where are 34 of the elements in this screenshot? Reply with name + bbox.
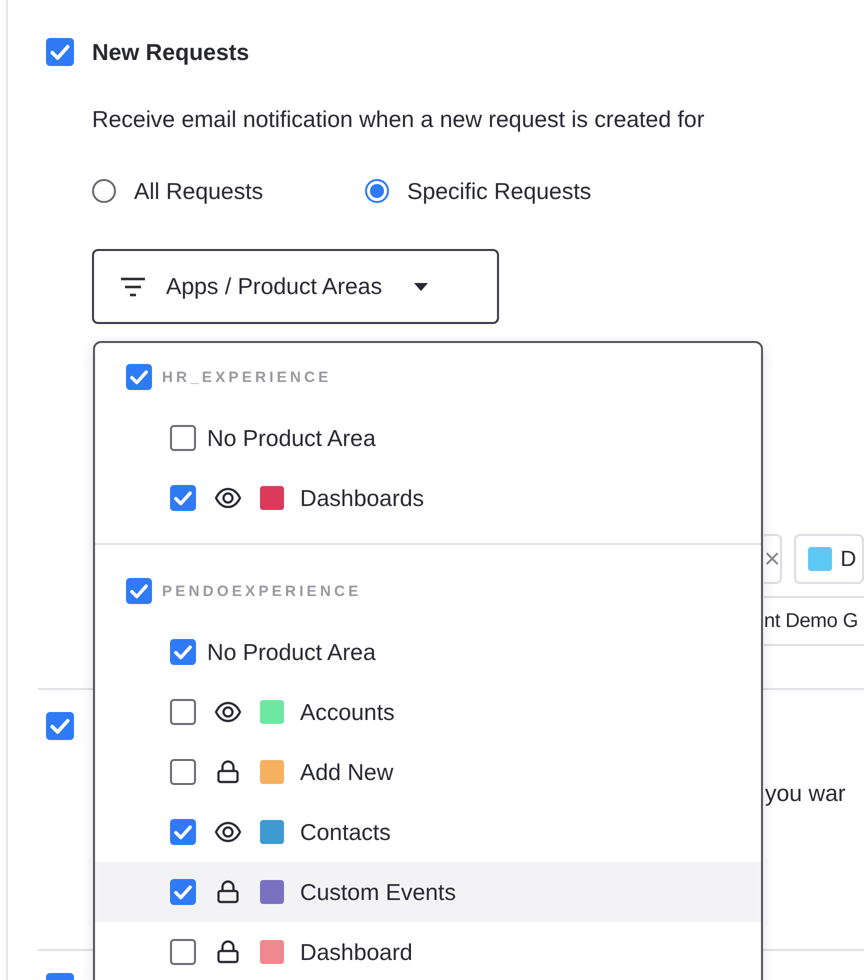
menu-item[interactable]: Add New bbox=[95, 742, 761, 802]
chip-label: nt Demo G bbox=[764, 610, 858, 632]
menu-item[interactable]: No Product Area bbox=[95, 408, 761, 468]
group-header: PENDOEXPERIENCE bbox=[162, 582, 362, 600]
caret-icon bbox=[414, 282, 428, 290]
checkbox[interactable] bbox=[170, 639, 196, 665]
menu-item[interactable]: Dashboards bbox=[95, 468, 761, 528]
menu-item[interactable]: Accounts bbox=[95, 682, 761, 742]
radio-button[interactable] bbox=[365, 179, 390, 203]
checkbox[interactable] bbox=[170, 425, 196, 451]
filter-dropdown-button[interactable]: Apps / Product Areas bbox=[92, 249, 499, 324]
radio-button[interactable] bbox=[92, 179, 116, 203]
section-description: Receive email notification when a new request is created for bbox=[92, 106, 706, 132]
checkbox[interactable] bbox=[170, 939, 196, 965]
checkbox[interactable] bbox=[126, 364, 152, 390]
menu-item[interactable]: Dashboard bbox=[95, 922, 761, 980]
section-description: you war bbox=[765, 780, 846, 807]
radio-label: All Requests bbox=[134, 178, 264, 204]
checkbox[interactable] bbox=[46, 38, 74, 66]
checkbox[interactable] bbox=[170, 759, 196, 785]
filter-icon bbox=[120, 276, 146, 296]
checkbox[interactable] bbox=[170, 819, 196, 845]
checkbox[interactable] bbox=[126, 578, 152, 604]
section-title: New Requests bbox=[92, 38, 250, 66]
menu-item[interactable]: Custom Events bbox=[95, 862, 761, 922]
checkbox[interactable] bbox=[46, 712, 74, 740]
checkbox[interactable] bbox=[170, 879, 196, 905]
menu-item[interactable]: No Product Area bbox=[95, 622, 761, 682]
radio-label: Specific Requests bbox=[407, 178, 592, 204]
checkbox[interactable] bbox=[170, 485, 196, 511]
chip-label: D bbox=[840, 546, 856, 572]
group-header: HR_EXPERIENCE bbox=[162, 368, 332, 386]
checkbox[interactable] bbox=[170, 699, 196, 725]
menu-item[interactable]: Contacts bbox=[95, 802, 761, 862]
